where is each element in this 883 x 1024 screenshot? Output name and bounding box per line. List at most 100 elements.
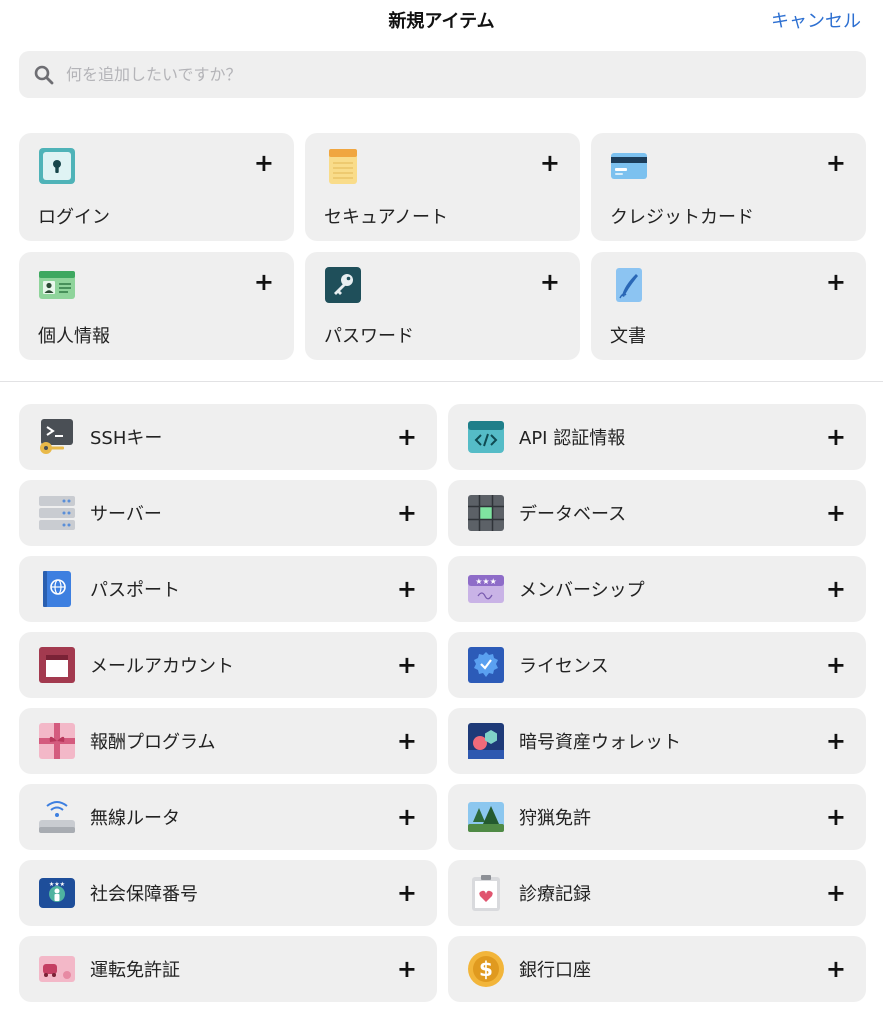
category-license[interactable]: ライセンス + <box>448 632 866 698</box>
category-ssh-key[interactable]: SSHキー + <box>19 404 437 470</box>
passport-icon <box>38 570 76 608</box>
category-label: 社会保障番号 <box>90 884 198 905</box>
category-outdoor-license[interactable]: 狩猟免許 + <box>448 784 866 850</box>
category-medical-record[interactable]: 診療記録 + <box>448 860 866 926</box>
svg-text:★★★: ★★★ <box>475 577 497 586</box>
category-reward-program[interactable]: 報酬プログラム + <box>19 708 437 774</box>
category-crypto-wallet[interactable]: 暗号資産ウォレット + <box>448 708 866 774</box>
category-label: クレジットカード <box>610 207 754 228</box>
crypto-wallet-icon <box>467 722 505 760</box>
category-label: 報酬プログラム <box>90 732 216 753</box>
category-list: SSHキー + API 認証情報 + サーバー + データベース + パスポート… <box>19 404 866 1002</box>
category-label: ログイン <box>38 207 110 228</box>
add-icon: + <box>825 879 846 907</box>
svg-text:★★★: ★★★ <box>49 881 65 888</box>
add-icon: + <box>825 803 846 831</box>
category-password[interactable]: + パスワード <box>305 252 580 360</box>
category-label: ライセンス <box>519 656 609 677</box>
add-icon: + <box>825 575 846 603</box>
license-icon <box>467 646 505 684</box>
add-icon: + <box>396 879 417 907</box>
category-label: データベース <box>519 504 627 525</box>
cancel-button[interactable]: キャンセル <box>771 7 861 33</box>
category-server[interactable]: サーバー + <box>19 480 437 546</box>
add-icon: + <box>825 268 846 296</box>
featured-categories: + ログイン + セキュアノート + クレジットカード + 個人情報 + パスワ… <box>19 133 866 360</box>
server-icon <box>38 494 76 532</box>
category-label: メンバーシップ <box>519 580 645 601</box>
category-social-security[interactable]: ★★★ 社会保障番号 + <box>19 860 437 926</box>
api-credential-icon <box>467 418 505 456</box>
password-icon <box>324 266 362 304</box>
driver-license-icon <box>38 950 76 988</box>
add-icon: + <box>825 499 846 527</box>
category-membership[interactable]: ★★★ メンバーシップ + <box>448 556 866 622</box>
category-secure-note[interactable]: + セキュアノート <box>305 133 580 241</box>
search-bar[interactable] <box>19 51 866 98</box>
add-icon: + <box>539 268 560 296</box>
category-driver-license[interactable]: 運転免許証 + <box>19 936 437 1002</box>
category-label: 狩猟免許 <box>519 808 591 829</box>
category-label: 個人情報 <box>38 326 110 347</box>
category-label: パスポート <box>90 580 180 601</box>
add-icon: + <box>253 149 274 177</box>
membership-icon: ★★★ <box>467 570 505 608</box>
category-label: 文書 <box>610 326 646 347</box>
database-icon <box>467 494 505 532</box>
login-icon <box>38 147 76 185</box>
add-icon: + <box>396 727 417 755</box>
add-icon: + <box>396 499 417 527</box>
outdoor-license-icon <box>467 798 505 836</box>
category-email-account[interactable]: メールアカウント + <box>19 632 437 698</box>
credit-card-icon <box>610 147 648 185</box>
category-api-credential[interactable]: API 認証情報 + <box>448 404 866 470</box>
reward-program-icon <box>38 722 76 760</box>
email-account-icon <box>38 646 76 684</box>
category-database[interactable]: データベース + <box>448 480 866 546</box>
category-label: 銀行口座 <box>519 960 591 981</box>
category-label: 無線ルータ <box>90 808 180 829</box>
page-title: 新規アイテム <box>388 11 495 32</box>
category-label: API 認証情報 <box>519 428 626 449</box>
add-icon: + <box>825 727 846 755</box>
category-login[interactable]: + ログイン <box>19 133 294 241</box>
category-label: 診療記録 <box>519 884 591 905</box>
secure-note-icon <box>324 147 362 185</box>
add-icon: + <box>825 651 846 679</box>
category-document[interactable]: + 文書 <box>591 252 866 360</box>
add-icon: + <box>396 955 417 983</box>
add-icon: + <box>825 423 846 451</box>
add-icon: + <box>825 149 846 177</box>
add-icon: + <box>396 423 417 451</box>
category-label: サーバー <box>90 504 162 525</box>
bank-account-icon: $ <box>467 950 505 988</box>
add-icon: + <box>825 955 846 983</box>
search-input[interactable] <box>66 65 826 84</box>
add-icon: + <box>396 651 417 679</box>
medical-record-icon <box>467 874 505 912</box>
category-label: 暗号資産ウォレット <box>519 732 681 753</box>
category-label: メールアカウント <box>90 656 234 677</box>
section-divider <box>0 381 883 382</box>
wireless-router-icon <box>38 798 76 836</box>
header: 新規アイテム キャンセル <box>0 0 883 40</box>
document-icon <box>610 266 648 304</box>
ssh-key-icon <box>38 418 76 456</box>
category-label: 運転免許証 <box>90 960 180 981</box>
category-wireless-router[interactable]: 無線ルータ + <box>19 784 437 850</box>
category-bank-account[interactable]: $ 銀行口座 + <box>448 936 866 1002</box>
add-icon: + <box>253 268 274 296</box>
category-credit-card[interactable]: + クレジットカード <box>591 133 866 241</box>
category-identity[interactable]: + 個人情報 <box>19 252 294 360</box>
svg-text:$: $ <box>479 957 493 981</box>
add-icon: + <box>396 803 417 831</box>
identity-icon <box>38 266 76 304</box>
add-icon: + <box>539 149 560 177</box>
add-icon: + <box>396 575 417 603</box>
category-label: パスワード <box>324 326 414 347</box>
category-label: セキュアノート <box>324 207 449 228</box>
search-icon <box>32 63 56 87</box>
category-label: SSHキー <box>90 428 163 449</box>
category-passport[interactable]: パスポート + <box>19 556 437 622</box>
social-security-icon: ★★★ <box>38 874 76 912</box>
